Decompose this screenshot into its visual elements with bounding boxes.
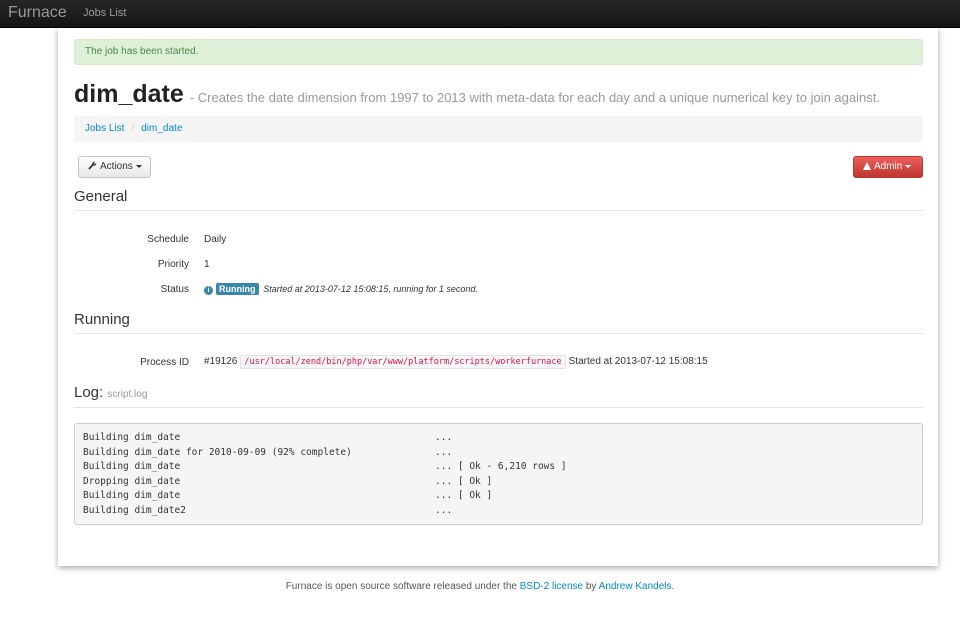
log-message: Building dim_date2 (83, 504, 186, 516)
footer: Furnace is open source software released… (0, 581, 960, 592)
log-result: ... [ Ok ] (435, 490, 493, 501)
divider (74, 210, 923, 211)
log-result: ... (435, 432, 453, 443)
log-line: Building dim_date2... (83, 505, 914, 520)
footer-text: Furnace is open source software released… (285, 581, 517, 592)
job-name: dim_date (74, 80, 184, 108)
running-heading: Running (74, 311, 130, 328)
schedule-value: Daily (204, 234, 227, 245)
log-result: ... [ Ok - 6,210 rows ] (435, 461, 567, 472)
log-output: Building dim_date... Building dim_date fo… (74, 423, 923, 525)
log-result: ... [ Ok ] (435, 475, 493, 487)
log-heading: Log: script.log (74, 384, 147, 401)
warning-icon (863, 162, 871, 170)
job-description: - Creates the date dimension from 1997 t… (189, 90, 880, 105)
process-path: /usr/local/zend/bin/php/var/www/platform… (240, 355, 566, 369)
main-panel: The job has been started. dim_date - Cre… (58, 28, 938, 566)
success-alert: The job has been started. (74, 39, 923, 65)
actions-label: Actions (100, 161, 133, 172)
page-title: dim_date - Creates the date dimension fr… (74, 80, 880, 109)
log-result: ... (435, 446, 453, 458)
process-id: #19126 (204, 356, 238, 367)
info-icon: i (204, 286, 213, 295)
process-id-label: Process ID (140, 357, 189, 368)
chevron-down-icon (135, 164, 142, 168)
status-value: i Running Started at 2013-07-12 15:08:15,… (204, 283, 478, 295)
license-link[interactable]: BSD-2 license (520, 581, 583, 592)
wrench-icon (88, 161, 97, 170)
admin-label: Admin (874, 161, 903, 172)
process-id-value: #19126/usr/local/zend/bin/php/var/www/pl… (204, 355, 708, 369)
author-link[interactable]: Andrew Kandels (599, 581, 672, 592)
log-title: Log: (74, 384, 104, 401)
log-message: Building dim_date for 2010-09-09 (92% co… (83, 446, 352, 458)
log-message: Building dim_date (83, 490, 181, 501)
top-navbar: Furnace Jobs List (0, 0, 960, 28)
log-line: Dropping dim_date ... [ Ok ] (83, 476, 914, 491)
brand-logo[interactable]: Furnace (8, 4, 67, 22)
status-text: Started at 2013-07-12 15:08:15, running … (263, 284, 478, 294)
priority-label: Priority (157, 259, 189, 270)
actions-dropdown-button[interactable]: Actions (78, 156, 151, 178)
breadcrumb: Jobs List / dim_date (74, 116, 923, 142)
general-heading: General (74, 188, 128, 205)
chevron-down-icon (905, 164, 912, 168)
log-filename: script.log (107, 389, 148, 400)
log-message: Building dim_date (83, 461, 181, 472)
admin-dropdown-button[interactable]: Admin (853, 156, 923, 178)
log-message: Dropping dim_date (83, 475, 181, 487)
priority-value: 1 (204, 259, 210, 270)
footer-text: by (585, 581, 597, 592)
log-message: Building dim_date (83, 432, 181, 443)
divider (74, 407, 923, 408)
status-badge: Running (216, 283, 259, 295)
status-label: Status (160, 284, 189, 295)
log-line: Building dim_date... (83, 432, 914, 447)
divider (74, 333, 923, 334)
breadcrumb-separator: / (131, 123, 135, 134)
log-line: Building dim_date for 2010-09-09 (92% co… (83, 447, 914, 462)
process-started: Started at 2013-07-12 15:08:15 (568, 356, 708, 367)
log-line: Building dim_date ... [ Ok - 6,210 rows ] (83, 461, 914, 476)
nav-link-jobs-list[interactable]: Jobs List (83, 7, 126, 19)
breadcrumb-dim-date[interactable]: dim_date (141, 123, 182, 134)
log-line: Building dim_date ... [ Ok ] (83, 490, 914, 505)
breadcrumb-jobs-list[interactable]: Jobs List (85, 123, 124, 134)
schedule-label: Schedule (147, 234, 189, 245)
log-result: ... (435, 504, 453, 516)
footer-text: . (671, 581, 675, 592)
